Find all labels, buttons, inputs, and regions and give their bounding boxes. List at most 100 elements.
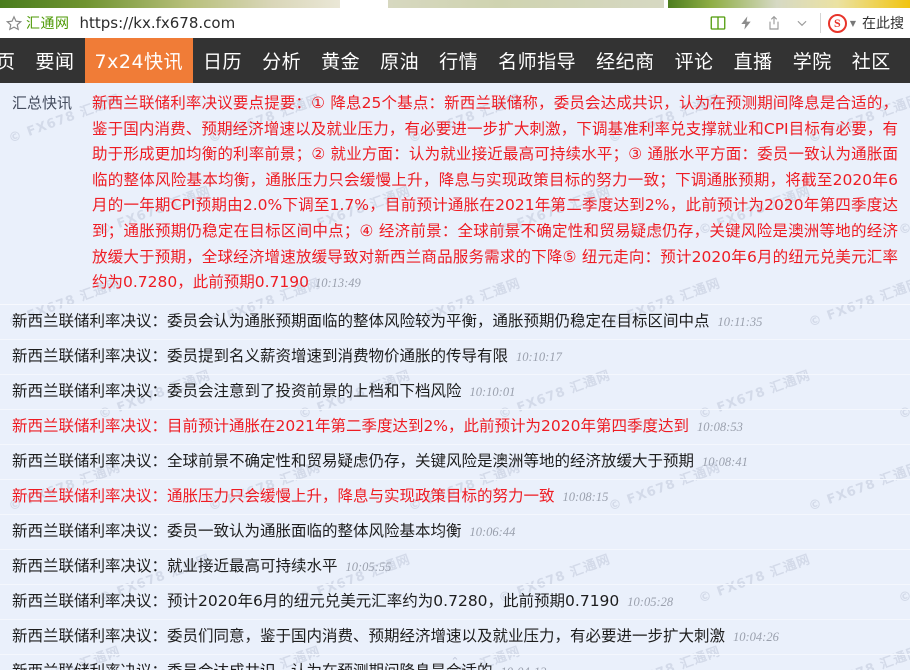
- news-row-content: 新西兰联储利率决议：委员会注意到了投资前景的上档和下档风险 10:10:01: [12, 379, 515, 405]
- news-row-text: 新西兰联储利率决议：目前预计通胀在2021年第二季度达到2%，此前预计为2020…: [12, 416, 689, 435]
- news-row-timestamp: 10:11:35: [717, 314, 763, 329]
- nav-item-5[interactable]: 黄金: [311, 38, 370, 83]
- lightning-icon[interactable]: [733, 10, 759, 36]
- news-feed-list: 汇总快讯 新西兰联储利率决议要点提要：① 降息25个基点：新西兰联储称，委员会达…: [0, 83, 910, 670]
- news-row[interactable]: 新西兰联储利率决议：全球前景不确定性和贸易疑虑仍存，关键风险是澳洲等地的经济放缓…: [0, 445, 910, 480]
- site-name-label: 汇通网: [26, 16, 70, 32]
- browser-address-bar[interactable]: 汇通网 https://kx.fx678.com S ▼ 在此搜: [0, 8, 910, 38]
- nav-item-8[interactable]: 名师指导: [488, 38, 586, 83]
- nav-item-10[interactable]: 评论: [665, 38, 724, 83]
- news-row[interactable]: 新西兰联储利率决议：委员一致认为通胀面临的整体风险基本均衡 10:06:44: [0, 515, 910, 550]
- news-row[interactable]: 新西兰联储利率决议：就业接近最高可持续水平 10:05:55: [0, 550, 910, 585]
- nav-item-label: 经纪商: [596, 51, 655, 73]
- share-icon[interactable]: [761, 10, 787, 36]
- chevron-down-icon[interactable]: [789, 10, 815, 36]
- nav-item-label: 原油: [380, 51, 420, 73]
- news-row-text: 新西兰联储利率决议：委员会注意到了投资前景的上档和下档风险: [12, 381, 462, 400]
- news-row-text: 新西兰联储利率决议：通胀压力只会缓慢上升，降息与实现政策目标的努力一致: [12, 486, 555, 505]
- nav-item-label: 分析: [262, 51, 302, 73]
- news-row-content: 新西兰联储利率决议：目前预计通胀在2021年第二季度达到2%，此前预计为2020…: [12, 414, 743, 440]
- nav-item-6[interactable]: 原油: [370, 38, 429, 83]
- search-engine-caret-icon[interactable]: ▼: [850, 19, 856, 28]
- nav-item-label: 行情: [439, 51, 479, 73]
- news-row[interactable]: 新西兰联储利率决议：委员们同意，鉴于国内消费、预期经济增速以及就业压力，有必要进…: [0, 620, 910, 655]
- nav-item-11[interactable]: 直播: [724, 38, 783, 83]
- nav-item-label: 直播: [733, 51, 773, 73]
- news-row-timestamp: 10:04:12: [501, 665, 547, 670]
- sogou-logo-icon: S: [827, 13, 847, 33]
- nav-item-14[interactable]: 交易大赛: [901, 38, 910, 83]
- nav-item-2[interactable]: 7x24快讯: [84, 38, 194, 83]
- nav-item-label: 学院: [792, 51, 832, 73]
- book-icon[interactable]: [705, 10, 731, 36]
- nav-item-label: 要闻: [35, 51, 75, 73]
- news-row-text: 新西兰联储利率决议：委员提到名义薪资增速到消费物价通胀的传导有限: [12, 346, 509, 365]
- news-row-timestamp: 10:08:41: [702, 454, 748, 469]
- nav-item-4[interactable]: 分析: [252, 38, 311, 83]
- scroll-indicator-icon: ⌃: [450, 655, 460, 668]
- nav-item-0[interactable]: 页: [0, 38, 26, 83]
- news-row-content: 新西兰联储利率决议：通胀压力只会缓慢上升，降息与实现政策目标的努力一致 10:08…: [12, 484, 608, 510]
- news-row-text: 新西兰联储利率决议：委员会认为通胀预期面临的整体风险较为平衡，通胀预期仍稳定在目…: [12, 311, 710, 330]
- news-row-content: 新西兰联储利率决议：委员会认为通胀预期面临的整体风险较为平衡，通胀预期仍稳定在目…: [12, 309, 762, 335]
- nav-item-3[interactable]: 日历: [193, 38, 252, 83]
- news-row-timestamp: 10:04:26: [733, 629, 779, 644]
- summary-timestamp: 10:13:49: [314, 276, 361, 291]
- toolbar-divider: [819, 13, 821, 33]
- search-placeholder-label[interactable]: 在此搜: [862, 13, 904, 33]
- news-row[interactable]: 新西兰联储利率决议：通胀压力只会缓慢上升，降息与实现政策目标的努力一致 10:08…: [0, 480, 910, 515]
- nav-item-label: 页: [0, 51, 16, 73]
- bookmark-star-icon[interactable]: [4, 13, 24, 33]
- news-row-timestamp: 10:05:28: [627, 594, 674, 609]
- nav-item-9[interactable]: 经纪商: [586, 38, 665, 83]
- news-feed-panel[interactable]: © FX678 汇通网 © FX678 汇通网 © FX678 汇通网 © FX678…: [0, 83, 910, 670]
- browser-tabstrip[interactable]: [0, 0, 910, 8]
- nav-item-label: 评论: [674, 51, 714, 73]
- news-row-timestamp: 10:05:55: [345, 559, 392, 574]
- summary-text[interactable]: 新西兰联储利率决议要点提要：① 降息25个基点：新西兰联储称，委员会达成共识，认…: [92, 91, 906, 297]
- news-row-text: 新西兰联储利率决议：预计2020年6月的纽元兑美元汇率约为0.7280，此前预期…: [12, 591, 620, 610]
- news-row-timestamp: 10:06:44: [469, 524, 516, 539]
- news-row-content: 新西兰联储利率决议：预计2020年6月的纽元兑美元汇率约为0.7280，此前预期…: [12, 589, 673, 615]
- summary-row[interactable]: 汇总快讯 新西兰联储利率决议要点提要：① 降息25个基点：新西兰联储称，委员会达…: [0, 83, 910, 305]
- search-engine-selector[interactable]: S ▼ 在此搜: [827, 13, 904, 33]
- news-row-text: 新西兰联储利率决议：就业接近最高可持续水平: [12, 556, 338, 575]
- nav-item-1[interactable]: 要闻: [26, 38, 85, 83]
- nav-item-label: 日历: [203, 51, 243, 73]
- summary-label: 汇总快讯: [12, 94, 73, 112]
- news-row-content: 新西兰联储利率决议：委员一致认为通胀面临的整体风险基本均衡 10:06:44: [12, 519, 515, 545]
- news-rows-container: 新西兰联储利率决议：委员会认为通胀预期面临的整体风险较为平衡，通胀预期仍稳定在目…: [0, 305, 910, 670]
- nav-item-label: 黄金: [321, 51, 361, 73]
- news-row-text: 新西兰联储利率决议：委员一致认为通胀面临的整体风险基本均衡: [12, 521, 462, 540]
- nav-item-label: 社区: [851, 51, 891, 73]
- news-row[interactable]: 新西兰联储利率决议：目前预计通胀在2021年第二季度达到2%，此前预计为2020…: [0, 410, 910, 445]
- site-navigation-bar[interactable]: 页要闻 7x24快讯日历分析黄金原油行情名师指导经纪商评论直播学院社区 交易大赛: [0, 38, 910, 83]
- news-row-text: 新西兰联储利率决议：委员们同意，鉴于国内消费、预期经济增速以及就业压力，有必要进…: [12, 626, 726, 645]
- news-row-text: 新西兰联储利率决议：委员会达成共识，认为在预测期间降息是合适的: [12, 662, 493, 670]
- tab-thumbnail-2[interactable]: [388, 0, 664, 8]
- news-row-content: 新西兰联储利率决议：委员们同意，鉴于国内消费、预期经济增速以及就业压力，有必要进…: [12, 624, 779, 650]
- nav-item-12[interactable]: 学院: [783, 38, 842, 83]
- summary-body: 新西兰联储利率决议要点提要：① 降息25个基点：新西兰联储称，委员会达成共识，认…: [92, 94, 898, 292]
- news-row[interactable]: 新西兰联储利率决议：委员会认为通胀预期面临的整体风险较为平衡，通胀预期仍稳定在目…: [0, 305, 910, 340]
- nav-item-13[interactable]: 社区: [842, 38, 901, 83]
- news-row-timestamp: 10:08:53: [697, 419, 743, 434]
- nav-item-label: 名师指导: [498, 51, 577, 73]
- news-row[interactable]: 新西兰联储利率决议：委员提到名义薪资增速到消费物价通胀的传导有限 10:10:17: [0, 340, 910, 375]
- tab-thumbnail-1[interactable]: [0, 0, 340, 8]
- news-row-text: 新西兰联储利率决议：全球前景不确定性和贸易疑虑仍存，关键风险是澳洲等地的经济放缓…: [12, 451, 695, 470]
- nav-item-list: 页要闻 7x24快讯日历分析黄金原油行情名师指导经纪商评论直播学院社区 交易大赛: [0, 38, 910, 83]
- nav-item-7[interactable]: 行情: [429, 38, 488, 83]
- news-row-content: 新西兰联储利率决议：就业接近最高可持续水平 10:05:55: [12, 554, 391, 580]
- news-row-timestamp: 10:10:17: [516, 349, 562, 364]
- news-row-timestamp: 10:10:01: [469, 384, 516, 399]
- news-row[interactable]: 新西兰联储利率决议：预计2020年6月的纽元兑美元汇率约为0.7280，此前预期…: [0, 585, 910, 620]
- news-row-content: 新西兰联储利率决议：委员提到名义薪资增速到消费物价通胀的传导有限 10:10:17: [12, 344, 562, 370]
- url-text[interactable]: https://kx.fx678.com: [80, 14, 236, 32]
- news-row-content: 新西兰联储利率决议：全球前景不确定性和贸易疑虑仍存，关键风险是澳洲等地的经济放缓…: [12, 449, 748, 475]
- nav-item-label: 7x24快讯: [94, 51, 184, 73]
- news-row-content: 新西兰联储利率决议：委员会达成共识，认为在预测期间降息是合适的 10:04:12: [12, 659, 546, 670]
- news-row-timestamp: 10:08:15: [562, 489, 609, 504]
- tab-thumbnail-3[interactable]: [668, 0, 910, 8]
- news-row[interactable]: 新西兰联储利率决议：委员会注意到了投资前景的上档和下档风险 10:10:01: [0, 375, 910, 410]
